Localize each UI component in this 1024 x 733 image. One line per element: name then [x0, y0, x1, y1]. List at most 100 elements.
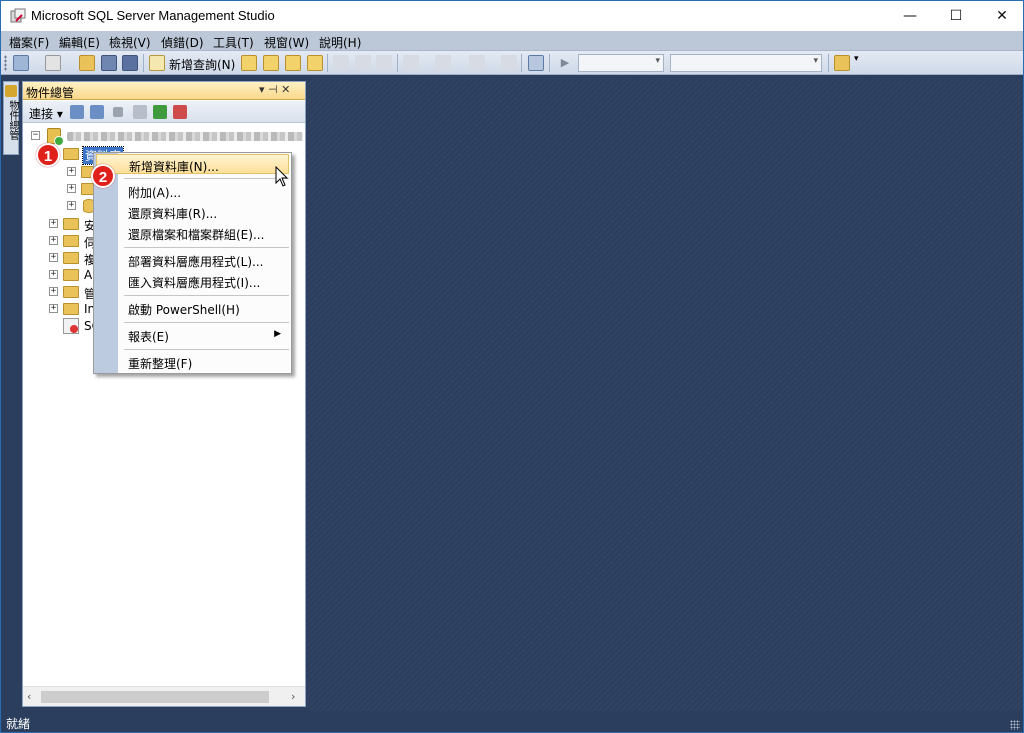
new-project-icon[interactable]: [13, 55, 29, 71]
paste-icon[interactable]: [376, 55, 392, 71]
window-title: Microsoft SQL Server Management Studio: [31, 8, 275, 23]
object-explorer-title: 物件總管: [26, 86, 75, 100]
sql-agent-icon: [63, 318, 79, 334]
toolbar-separator: [143, 54, 144, 72]
solution-config-combo[interactable]: ▾: [578, 54, 664, 72]
analysis-query-icon[interactable]: [263, 55, 279, 71]
expand-icon[interactable]: +: [67, 201, 76, 210]
menu-separator: [124, 295, 289, 296]
menu-item-restore-files[interactable]: 還原檔案和檔案群組(E)...: [96, 223, 289, 243]
toolbar-separator: [397, 54, 398, 72]
menu-item-label: 匯入資料層應用程式(I)...: [128, 276, 261, 290]
navigate-backward-icon[interactable]: [469, 55, 485, 71]
new-query-button[interactable]: 新增查詢(N): [169, 56, 235, 73]
menu-item-label: 報表(E): [128, 330, 169, 344]
toolbar-separator: [828, 54, 829, 72]
connect-dropdown[interactable]: 連接 ▾: [29, 105, 63, 122]
redo-icon[interactable]: [435, 55, 451, 71]
menu-edit[interactable]: 編輯(E): [59, 34, 100, 51]
stop-icon[interactable]: [113, 107, 123, 117]
activity-monitor-icon[interactable]: [528, 55, 544, 71]
menu-tools[interactable]: 工具(T): [213, 34, 254, 51]
properties-icon[interactable]: [834, 55, 850, 71]
collapse-icon[interactable]: −: [31, 131, 40, 140]
toolbar-separator: [521, 54, 522, 72]
db-engine-query-icon[interactable]: [241, 55, 257, 71]
expand-icon[interactable]: +: [49, 287, 58, 296]
minimize-button[interactable]: —: [887, 1, 933, 31]
menu-item-restore-database[interactable]: 還原資料庫(R)...: [96, 202, 289, 222]
expand-icon[interactable]: +: [49, 270, 58, 279]
expand-icon[interactable]: +: [67, 184, 76, 193]
solution-platform-combo[interactable]: ▾: [670, 54, 822, 72]
start-debugging-icon[interactable]: ▶: [557, 55, 573, 71]
menu-item-refresh[interactable]: 重新整理(F): [96, 352, 289, 372]
save-icon[interactable]: [101, 55, 117, 71]
expand-icon[interactable]: +: [49, 304, 58, 313]
panel-window-controls[interactable]: ▾ ⊣ ✕: [259, 83, 290, 96]
scrollbar-thumb[interactable]: [41, 691, 269, 703]
menu-item-reports[interactable]: 報表(E) ▶: [96, 325, 289, 345]
folder-icon: [63, 148, 79, 160]
databases-context-menu: 新增資料庫(N)... 附加(A)... 還原資料庫(R)... 還原檔案和檔案…: [93, 152, 292, 374]
step-badge-1: 1: [36, 143, 60, 167]
undo-icon[interactable]: [403, 55, 419, 71]
mdx-query-icon[interactable]: [285, 55, 301, 71]
folder-icon: [63, 303, 79, 315]
toolbar-separator: [549, 54, 550, 72]
disconnect-icon[interactable]: [90, 105, 104, 119]
toolbar-overflow-icon[interactable]: ▾: [854, 55, 862, 71]
ssms-app-icon: [10, 8, 26, 23]
folder-icon: [63, 235, 79, 247]
menu-item-label: 部署資料層應用程式(L)...: [128, 255, 264, 269]
toolbar-separator: [327, 54, 328, 72]
toolbar-grip[interactable]: [4, 55, 7, 71]
open-file-icon[interactable]: [79, 55, 95, 71]
folder-icon: [63, 252, 79, 264]
status-bar: 就緒: [1, 711, 1023, 732]
menu-help[interactable]: 說明(H): [319, 34, 361, 51]
document-workspace: [307, 79, 1023, 711]
refresh-icon[interactable]: [153, 105, 167, 119]
xmla-query-icon[interactable]: [307, 55, 323, 71]
new-query-icon[interactable]: [149, 55, 165, 71]
menu-item-label: 附加(A)...: [128, 186, 182, 200]
copy-icon[interactable]: [355, 55, 371, 71]
menu-view[interactable]: 檢視(V): [109, 34, 151, 51]
object-explorer-header: 物件總管 ▾ ⊣ ✕: [23, 82, 305, 100]
activity-icon[interactable]: [173, 105, 187, 119]
expand-icon[interactable]: +: [49, 253, 58, 262]
expand-icon[interactable]: +: [49, 219, 58, 228]
server-node[interactable]: −: [31, 128, 303, 146]
menu-item-import-data-tier[interactable]: 匯入資料層應用程式(I)...: [96, 271, 289, 291]
menu-item-start-powershell[interactable]: 啟動 PowerShell(H): [96, 298, 289, 318]
menu-item-new-database[interactable]: 新增資料庫(N)...: [96, 154, 289, 174]
redacted-server-name: [67, 132, 303, 141]
save-all-icon[interactable]: [122, 55, 138, 71]
server-icon: [47, 128, 64, 146]
expand-icon[interactable]: +: [49, 236, 58, 245]
close-button[interactable]: ✕: [979, 1, 1024, 31]
object-explorer-icon: [5, 85, 17, 97]
filter-icon[interactable]: [133, 105, 147, 119]
scroll-right-icon[interactable]: ›: [291, 690, 295, 703]
menu-window[interactable]: 視窗(W): [264, 34, 309, 51]
cut-icon[interactable]: [333, 55, 349, 71]
menu-separator: [124, 349, 289, 350]
connect-object-explorer-icon[interactable]: [70, 105, 84, 119]
menu-debug[interactable]: 偵錯(D): [161, 34, 204, 51]
expand-icon[interactable]: +: [67, 167, 76, 176]
menu-item-deploy-data-tier[interactable]: 部署資料層應用程式(L)...: [96, 250, 289, 270]
object-explorer-dock-tab[interactable]: 物件總管: [3, 81, 19, 155]
add-item-icon[interactable]: [45, 55, 61, 71]
menu-item-attach[interactable]: 附加(A)...: [96, 181, 289, 201]
maximize-button[interactable]: ☐: [933, 1, 979, 31]
menu-item-label: 新增資料庫(N)...: [129, 160, 219, 174]
scroll-left-icon[interactable]: ‹: [27, 690, 31, 703]
horizontal-scrollbar[interactable]: ‹ ›: [23, 686, 305, 706]
navigate-forward-icon[interactable]: [501, 55, 517, 71]
step-badge-2: 2: [91, 164, 115, 188]
resize-grip-icon[interactable]: [1010, 720, 1020, 730]
dock-tab-label: 物件總管: [7, 100, 18, 140]
menu-file[interactable]: 檔案(F): [9, 34, 49, 51]
